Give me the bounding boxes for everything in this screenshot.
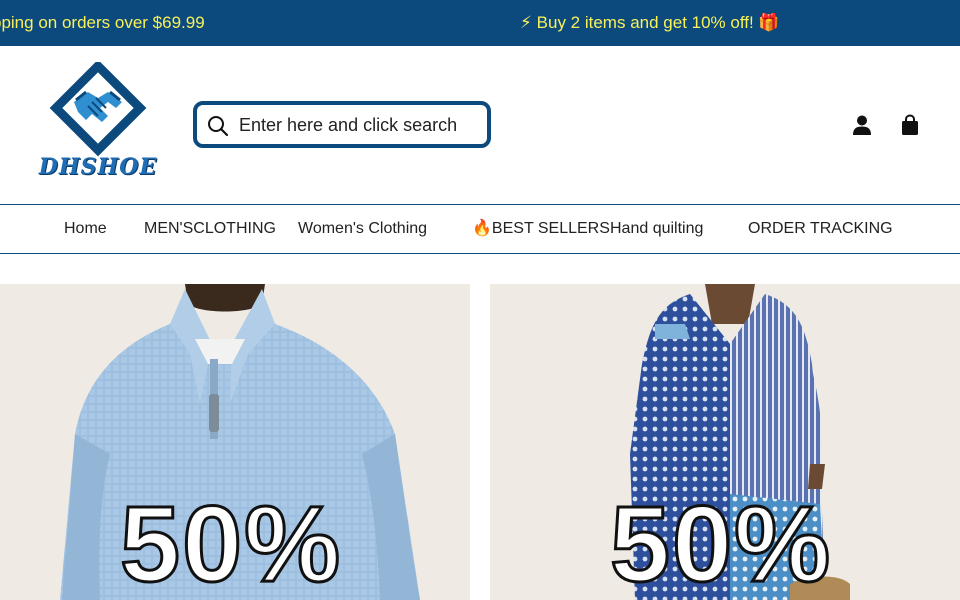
nav-item-womens-clothing[interactable]: Women's Clothing: [298, 219, 427, 239]
cart-bag-icon[interactable]: [899, 114, 921, 136]
mens-promo-banner[interactable]: 50%: [0, 284, 470, 600]
search-icon[interactable]: [207, 115, 229, 137]
site-header: DHSHOE: [0, 46, 960, 204]
announcement-bar: pping on orders over $69.99 ⚡ Buy 2 item…: [0, 0, 960, 46]
mens-discount-text: 50%: [118, 482, 343, 600]
search-input[interactable]: [239, 110, 485, 140]
logo-wordmark: DHSHOE: [38, 154, 158, 180]
announcement-buy-two[interactable]: ⚡ Buy 2 items and get 10% off! 🎁: [520, 12, 780, 34]
handshake-logo-icon: [49, 59, 147, 157]
nav-item-home[interactable]: Home: [64, 219, 107, 239]
site-logo[interactable]: DHSHOE: [36, 59, 160, 182]
account-icon[interactable]: [851, 114, 873, 136]
nav-item-best-sellers[interactable]: 🔥BEST SELLERS: [472, 219, 610, 239]
announcement-free-shipping[interactable]: pping on orders over $69.99: [0, 12, 205, 34]
nav-item-mens-clothing[interactable]: MEN'SCLOTHING: [144, 219, 276, 239]
womens-discount-text: 50%: [608, 482, 833, 600]
nav-item-hand-quilting[interactable]: Hand quilting: [610, 219, 703, 239]
womens-promo-banner[interactable]: 50%: [490, 284, 960, 600]
main-nav: Home MEN'SCLOTHING Women's Clothing 🔥BES…: [0, 204, 960, 254]
nav-item-order-tracking[interactable]: ORDER TRACKING: [748, 219, 893, 239]
search-box[interactable]: [193, 101, 491, 148]
